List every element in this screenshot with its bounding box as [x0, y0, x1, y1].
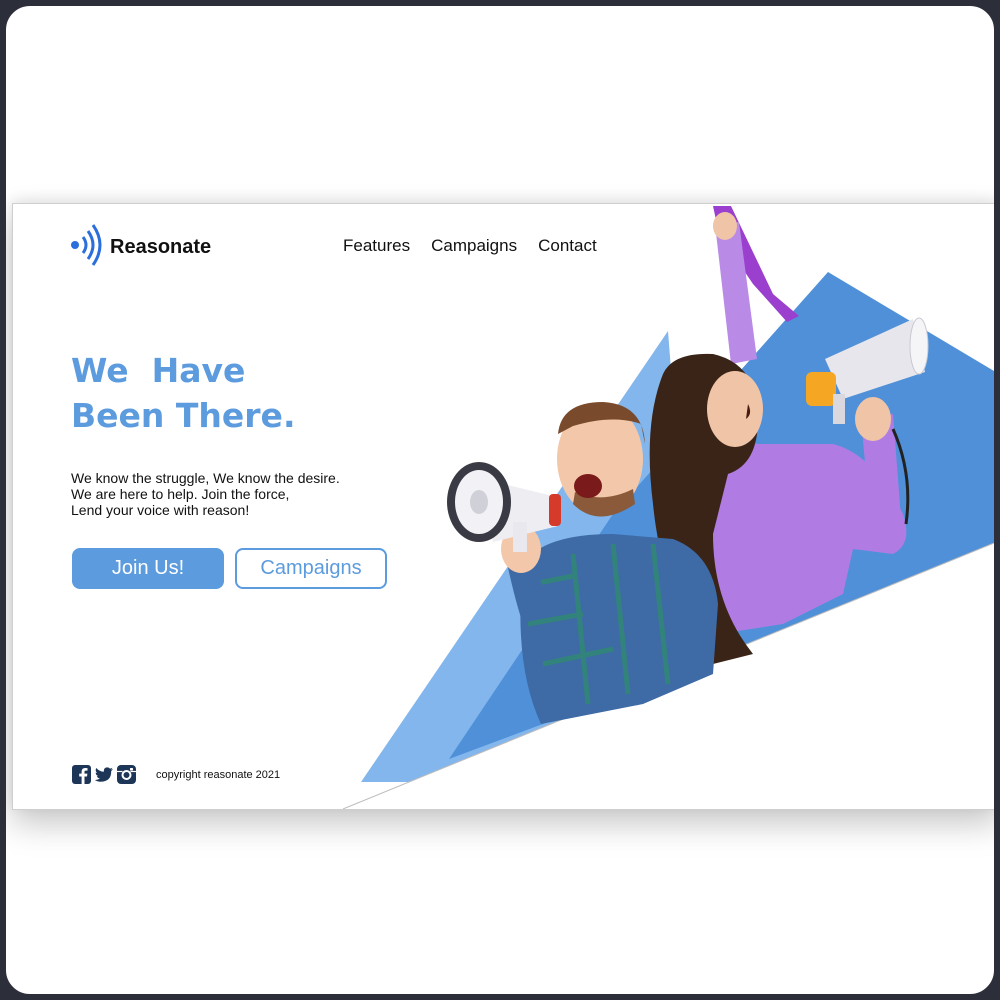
brand-logo[interactable]: Reasonate: [70, 221, 211, 274]
instagram-icon[interactable]: [117, 765, 136, 784]
device-frame: Reasonate Features Campaigns Contact We …: [0, 0, 1000, 1000]
facebook-icon[interactable]: [72, 765, 91, 784]
nav-campaigns[interactable]: Campaigns: [431, 236, 517, 256]
footer: copyright reasonate 2021: [72, 765, 280, 784]
nav-features[interactable]: Features: [343, 236, 410, 256]
landing-page: Reasonate Features Campaigns Contact We …: [12, 203, 994, 810]
sound-waves-icon: [70, 221, 106, 274]
description-line-3: Lend your voice with reason!: [71, 502, 250, 518]
description-line-1: We know the struggle, We know the desire…: [71, 470, 340, 486]
main-nav: Features Campaigns Contact: [343, 236, 597, 256]
join-us-button[interactable]: Join Us!: [72, 548, 224, 589]
nav-contact[interactable]: Contact: [538, 236, 597, 256]
social-links: [72, 765, 136, 784]
headline-line-1: We Have: [71, 351, 246, 390]
twitter-icon[interactable]: [94, 765, 114, 784]
description-line-2: We are here to help. Join the force,: [71, 486, 290, 502]
copyright-text: copyright reasonate 2021: [156, 768, 281, 781]
brand-name: Reasonate: [110, 236, 212, 258]
headline-line-2: Been There.: [71, 396, 296, 435]
campaigns-button[interactable]: Campaigns: [235, 548, 387, 589]
hero-headline: We Have Been There.: [71, 348, 295, 438]
hero-description: We know the struggle, We know the desire…: [71, 470, 340, 518]
